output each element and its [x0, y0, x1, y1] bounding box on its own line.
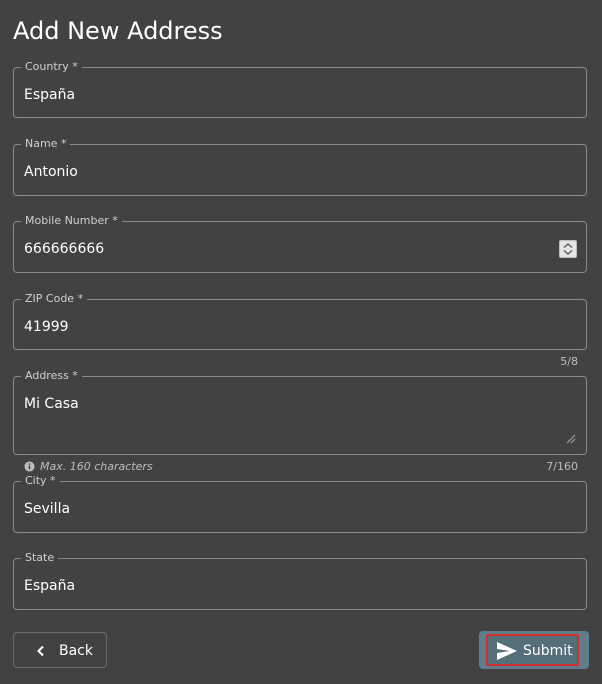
state-label: State: [21, 551, 59, 565]
address-label: Address *: [21, 369, 82, 383]
zip-code-label: ZIP Code *: [21, 292, 88, 306]
address-field[interactable]: Address * Mi Casa: [13, 369, 587, 455]
zip-code-counter: 5/8: [560, 355, 578, 368]
spinner-arrows-icon: [563, 243, 573, 255]
mobile-number-label: Mobile Number *: [21, 214, 122, 228]
address-value[interactable]: Mi Casa: [24, 394, 79, 414]
country-value[interactable]: España: [24, 85, 75, 105]
address-counter: 7/160: [546, 460, 578, 473]
name-field[interactable]: Name * Antonio: [13, 137, 587, 196]
mobile-number-field[interactable]: Mobile Number * 666666666: [13, 214, 587, 273]
page-title: Add New Address: [13, 17, 223, 45]
country-label: Country *: [21, 60, 82, 74]
name-label: Name *: [21, 137, 71, 151]
zip-code-field[interactable]: ZIP Code * 41999: [13, 292, 587, 350]
info-icon: [24, 461, 35, 472]
submit-button[interactable]: Submit: [486, 634, 579, 666]
back-button[interactable]: Back: [13, 632, 107, 668]
address-hint: Max. 160 characters: [40, 460, 153, 473]
back-button-label: Back: [59, 643, 93, 659]
country-field[interactable]: Country * España: [13, 60, 587, 118]
city-field[interactable]: City * Sevilla: [13, 474, 587, 533]
name-value[interactable]: Antonio: [24, 162, 78, 182]
state-field[interactable]: State España: [13, 551, 587, 610]
submit-button-label: Submit: [523, 643, 573, 659]
chevron-left-icon: [37, 645, 44, 657]
mobile-number-value[interactable]: 666666666: [24, 239, 104, 259]
resize-handle-icon[interactable]: [565, 433, 576, 444]
zip-code-value[interactable]: 41999: [24, 317, 69, 337]
send-icon: [497, 642, 517, 660]
state-value[interactable]: España: [24, 576, 75, 596]
number-spinner[interactable]: [559, 240, 577, 258]
city-value[interactable]: Sevilla: [24, 499, 70, 519]
city-label: City *: [21, 474, 60, 488]
